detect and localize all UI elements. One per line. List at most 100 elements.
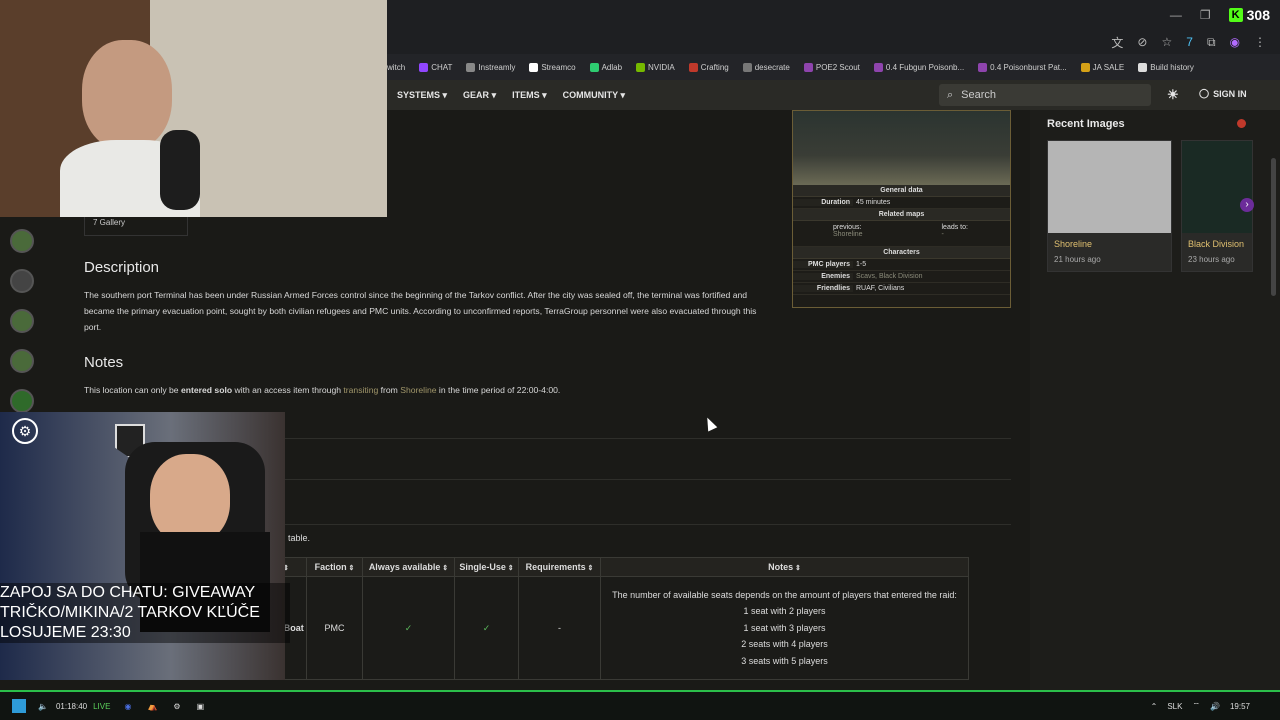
map-icon[interactable] — [10, 229, 34, 253]
window-controls: — ❐ K 308 — [1170, 0, 1280, 30]
column-header[interactable]: Notes ⇕ — [600, 557, 969, 577]
app-icon[interactable]: ⛺ — [147, 702, 157, 711]
friendlies-value[interactable]: RUAF, Civilians — [853, 285, 904, 292]
nav-item-label: COMMUNITY — [562, 89, 618, 100]
column-header-label: Faction — [314, 562, 347, 572]
clock[interactable]: 19:57 — [1230, 702, 1250, 711]
wifi-icon[interactable]: ⌔ — [1192, 701, 1200, 711]
speaker-icon[interactable]: 🔊 — [1210, 702, 1220, 711]
sort-icon: ⇕ — [505, 565, 514, 572]
nav-item-items[interactable]: ITEMS ▾ — [512, 90, 547, 101]
transiting-link[interactable]: transiting — [343, 385, 378, 395]
profile-icon[interactable]: ◉ — [1230, 35, 1240, 49]
translate-icon[interactable]: 文 — [1111, 34, 1123, 51]
bookmark-item[interactable]: NVIDIA — [636, 62, 675, 72]
bookmark-label: POE2 Scout — [815, 62, 860, 72]
discord-icon[interactable]: ◉ — [124, 702, 131, 711]
recent-image-time: 23 hours ago — [1188, 255, 1235, 264]
bookmark-item[interactable]: Instreamly — [466, 62, 515, 72]
duration-label: Duration — [793, 199, 853, 206]
streamer-face — [82, 40, 172, 150]
bookmark-item[interactable]: POE2 Scout — [803, 62, 860, 72]
chevron-down-icon: ▾ — [539, 89, 547, 100]
location-image[interactable] — [793, 111, 1010, 185]
column-header[interactable]: Faction ⇕ — [306, 557, 363, 577]
steelseries-logo-icon: ⚙ — [12, 418, 38, 444]
map-icon[interactable] — [10, 349, 34, 373]
puzzle-icon[interactable]: ⧉ — [1207, 35, 1216, 50]
steam-icon[interactable]: ⚙ — [173, 702, 180, 711]
language-indicator[interactable]: SLK — [1167, 702, 1182, 711]
app-icon[interactable]: ▣ — [197, 702, 205, 711]
webcam-overlay-top — [0, 0, 387, 217]
ammo-icon[interactable] — [10, 269, 34, 293]
notes-bold: entered solo — [180, 385, 233, 395]
nav-item-gear[interactable]: GEAR ▾ — [463, 90, 496, 101]
bookmark-item[interactable]: 0.4 Poisonburst Pat... — [978, 62, 1067, 72]
note-line: 1 seat with 2 players — [743, 606, 826, 617]
recent-images-title: Recent Images — [1047, 118, 1125, 130]
table-intro-text: table. — [288, 533, 311, 543]
bookmark-label: Crafting — [700, 62, 729, 72]
bookmark-item[interactable]: Crafting — [688, 62, 729, 72]
bookmark-favicon-icon — [529, 62, 539, 72]
notes-text: This location can only be entered solo w… — [84, 382, 784, 398]
bookmark-item[interactable]: desecrate — [742, 62, 790, 72]
bookmark-item[interactable]: Adlab — [589, 62, 622, 72]
cell-faction: PMC — [306, 576, 363, 680]
signin-button[interactable]: ◯ SIGN IN — [1199, 88, 1247, 99]
menu-dots-icon[interactable]: ⋮ — [1254, 35, 1266, 49]
previous-label: previous: — [833, 224, 862, 231]
tray-chevron-icon[interactable]: ⌃ — [1151, 702, 1158, 711]
enemies-row: Enemies Scavs, Black Division — [793, 271, 1010, 283]
pmc-row: PMC players 1-5 — [793, 259, 1010, 271]
microphone-icon — [160, 130, 200, 210]
live-dot-icon — [1237, 119, 1246, 128]
toc-gallery[interactable]: 7 Gallery — [84, 214, 188, 236]
minimize-icon[interactable]: — — [1170, 8, 1182, 22]
recent-image-name: Black Division — [1188, 239, 1245, 249]
sort-icon: ⇕ — [440, 565, 449, 572]
nav-item-systems[interactable]: SYSTEMS ▾ — [397, 90, 447, 101]
carousel-next-icon[interactable]: › — [1240, 198, 1254, 212]
start-icon[interactable] — [12, 699, 26, 713]
shoreline-link[interactable]: Shoreline — [400, 385, 436, 395]
column-header[interactable]: Requirements ⇕ — [518, 557, 601, 577]
search-icon: ⌕ — [947, 88, 954, 101]
previous-value[interactable]: Shoreline — [833, 231, 902, 238]
general-data-header: General data — [793, 185, 1010, 197]
scrollbar-thumb[interactable] — [1271, 158, 1276, 296]
notes-text-pre: This location can only be — [84, 385, 181, 395]
bookmark-item[interactable]: 0.4 Fubgun Poisonb... — [873, 62, 964, 72]
restore-icon[interactable]: ❐ — [1200, 8, 1211, 22]
extract-table: e ⇕Faction ⇕Always available ⇕Single-Use… — [258, 557, 969, 680]
theme-toggle-icon[interactable]: ☀ — [1167, 87, 1179, 103]
column-header-label: Requirements — [525, 562, 586, 572]
bookmark-item[interactable]: JA SALE — [1080, 62, 1124, 72]
announcement-line2: TRIČKO/MIKINA/2 TARKOV KĽÚČE — [0, 604, 260, 621]
related-maps-row: previous: Shoreline leads to: - — [793, 221, 1010, 247]
recent-image-name: Shoreline — [1054, 239, 1093, 249]
column-header[interactable]: Always available ⇕ — [362, 557, 455, 577]
previous-map: previous: Shoreline — [793, 224, 902, 243]
map-icon[interactable] — [10, 389, 34, 413]
nav-item-community[interactable]: COMMUNITY ▾ — [563, 90, 625, 101]
recent-image-thumb — [1182, 141, 1252, 233]
column-header[interactable]: Single-Use ⇕ — [454, 557, 519, 577]
cell-requirements: - — [518, 576, 601, 680]
bookmark-item[interactable]: CHAT — [419, 62, 452, 72]
site-navbar: SYSTEMS ▾ GEAR ▾ ITEMS ▾ COMMUNITY ▾ ⌕ Sear… — [387, 80, 1280, 110]
nav-item-label: GEAR — [463, 89, 490, 100]
bookmark-item[interactable]: witch — [387, 63, 405, 72]
bookmark-item[interactable]: Streamco — [529, 62, 576, 72]
star-icon[interactable]: ☆ — [1161, 35, 1172, 49]
enemies-value[interactable]: Scavs, Black Division — [853, 273, 923, 280]
volume-icon[interactable]: 🔈 — [38, 702, 48, 711]
eye-off-icon[interactable]: ⊘ — [1137, 35, 1147, 49]
recent-image-card[interactable]: Shoreline 21 hours ago — [1047, 140, 1172, 272]
search-input[interactable]: ⌕ Search — [939, 84, 1151, 106]
bookmark-item[interactable]: Build history — [1138, 62, 1194, 72]
divider — [285, 479, 1011, 480]
map-icon[interactable] — [10, 309, 34, 333]
extension-icon[interactable]: 7 — [1186, 35, 1193, 49]
